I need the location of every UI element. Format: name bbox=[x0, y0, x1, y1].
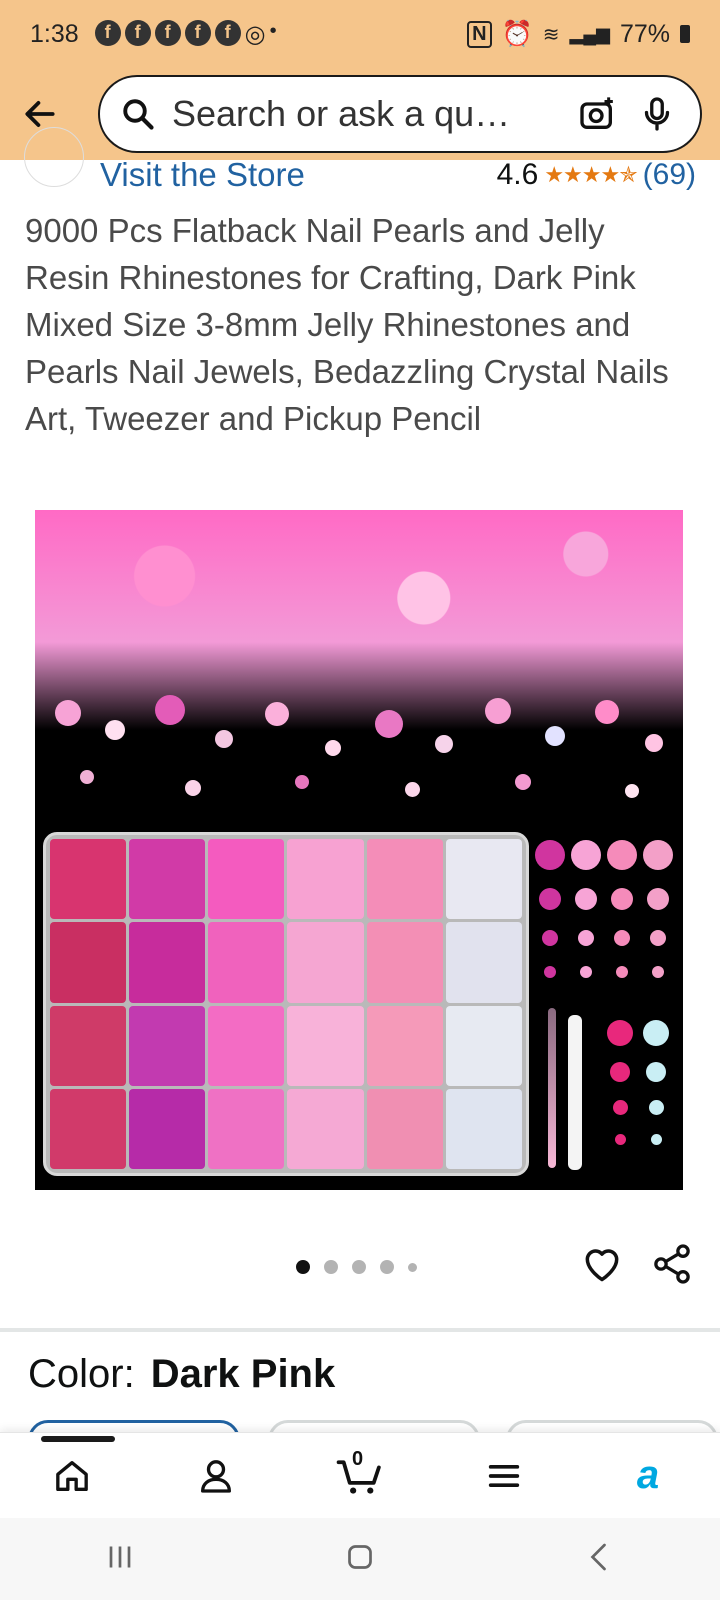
tweezer-image bbox=[548, 1008, 556, 1168]
home-icon bbox=[56, 1460, 88, 1491]
battery-level: 77% bbox=[619, 19, 670, 48]
tray-cell bbox=[208, 1088, 285, 1169]
tray-cell bbox=[208, 1005, 285, 1086]
tray-cell bbox=[129, 1088, 206, 1169]
share-icon bbox=[654, 1244, 690, 1284]
tray-cell bbox=[366, 1088, 443, 1169]
product-image-scatter bbox=[35, 690, 683, 820]
store-row: Visit the Store 4.6 ★★★★✯ (69) bbox=[0, 127, 720, 200]
heart-icon bbox=[585, 1249, 619, 1282]
system-navigation-bar bbox=[0, 1518, 720, 1600]
review-count-link[interactable]: (69) bbox=[643, 158, 696, 192]
tray-cell bbox=[129, 1005, 206, 1086]
facebook-notification-icon: f bbox=[184, 19, 211, 46]
rufus-icon: a bbox=[636, 1453, 660, 1497]
image-actions-row bbox=[0, 1236, 720, 1296]
product-image-side-pearls bbox=[535, 840, 675, 1170]
tray-cell bbox=[287, 1005, 364, 1086]
microphone-icon bbox=[644, 97, 670, 131]
tray-cell bbox=[129, 922, 206, 1003]
bottom-navigation: 0 a bbox=[0, 1432, 720, 1518]
carousel-dot[interactable] bbox=[380, 1260, 394, 1274]
carousel-dot[interactable] bbox=[408, 1262, 417, 1272]
alarm-icon: ⏰ bbox=[501, 19, 533, 48]
facebook-notification-icon: f bbox=[154, 19, 181, 46]
search-icon bbox=[123, 99, 154, 130]
star-rating-icon: ★★★★✯ bbox=[544, 162, 637, 187]
battery-icon bbox=[680, 25, 690, 43]
tray-cell bbox=[208, 839, 285, 920]
store-logo[interactable] bbox=[24, 127, 84, 187]
tray-cell bbox=[445, 922, 522, 1003]
product-image-tray bbox=[43, 832, 529, 1176]
nav-rufus[interactable]: a bbox=[618, 1446, 678, 1506]
carousel-indicator[interactable] bbox=[296, 1260, 417, 1274]
carousel-dot[interactable] bbox=[352, 1260, 366, 1274]
color-label: Color: bbox=[28, 1352, 135, 1396]
nav-cart[interactable]: 0 bbox=[330, 1446, 390, 1506]
tray-cell bbox=[50, 922, 127, 1003]
notification-icons: f f f f f ◎ • bbox=[94, 19, 277, 49]
recent-apps-button[interactable] bbox=[102, 1539, 138, 1580]
tray-cell bbox=[287, 1088, 364, 1169]
nav-home[interactable] bbox=[41, 1435, 115, 1506]
tray-cell bbox=[50, 1005, 127, 1086]
tray-cell bbox=[50, 1088, 127, 1169]
tray-cell bbox=[366, 922, 443, 1003]
tray-cell bbox=[50, 839, 127, 920]
facebook-notification-icon: f bbox=[214, 19, 241, 46]
tray-cell bbox=[366, 839, 443, 920]
facebook-notification-icon: f bbox=[94, 19, 121, 46]
wifi-icon: ≋ bbox=[542, 23, 560, 46]
status-time: 1:38 bbox=[30, 19, 79, 48]
pickup-pencil-image bbox=[568, 1015, 582, 1170]
signal-icon: ▂▄▆ bbox=[569, 23, 610, 44]
tray-cell bbox=[445, 1088, 522, 1169]
camera-icon bbox=[580, 97, 613, 129]
product-image[interactable] bbox=[35, 510, 683, 1190]
tray-cell bbox=[445, 1005, 522, 1086]
recent-apps-icon bbox=[109, 1546, 131, 1567]
more-notifications-icon: • bbox=[269, 19, 277, 42]
product-title: 9000 Pcs Flatback Nail Pearls and Jelly … bbox=[25, 212, 669, 437]
color-selector-label: Color: Dark Pink bbox=[28, 1352, 335, 1397]
app-header: Search or ask a qu… bbox=[0, 68, 720, 160]
facebook-notification-icon: f bbox=[124, 19, 151, 46]
home-system-button[interactable] bbox=[342, 1539, 378, 1580]
nav-menu[interactable] bbox=[474, 1446, 534, 1506]
rating-summary[interactable]: 4.6 ★★★★✯ (69) bbox=[497, 158, 696, 192]
tray-cell bbox=[129, 839, 206, 920]
search-bar[interactable]: Search or ask a qu… bbox=[98, 75, 702, 153]
nav-account[interactable] bbox=[186, 1446, 246, 1506]
carousel-dot[interactable] bbox=[324, 1260, 338, 1274]
user-icon bbox=[201, 1459, 231, 1493]
tray-cell bbox=[445, 839, 522, 920]
search-input[interactable]: Search or ask a qu… bbox=[172, 93, 560, 135]
tray-cell bbox=[287, 922, 364, 1003]
visit-store-link[interactable]: Visit the Store bbox=[100, 156, 305, 194]
status-bar: 1:38 f f f f f ◎ • N ⏰ ≋ ▂▄▆ 77% bbox=[0, 0, 720, 68]
section-divider bbox=[0, 1328, 720, 1332]
nfc-icon: N bbox=[467, 20, 492, 48]
color-value: Dark Pink bbox=[150, 1352, 336, 1396]
hotspot-icon: ◎ bbox=[244, 20, 266, 48]
cart-count-badge: 0 bbox=[352, 1447, 364, 1470]
tray-cell bbox=[208, 922, 285, 1003]
chevron-left-icon bbox=[590, 1543, 606, 1570]
rating-value: 4.6 bbox=[496, 158, 539, 191]
home-circle-icon bbox=[348, 1544, 372, 1569]
menu-icon bbox=[488, 1464, 520, 1487]
voice-search-button[interactable] bbox=[634, 91, 680, 137]
camera-search-button[interactable] bbox=[574, 91, 620, 137]
add-to-list-button[interactable] bbox=[580, 1242, 628, 1290]
tray-cell bbox=[287, 839, 364, 920]
carousel-dot[interactable] bbox=[296, 1260, 310, 1274]
back-system-button[interactable] bbox=[582, 1539, 618, 1580]
tray-cell bbox=[366, 1005, 443, 1086]
share-button[interactable] bbox=[650, 1242, 698, 1290]
